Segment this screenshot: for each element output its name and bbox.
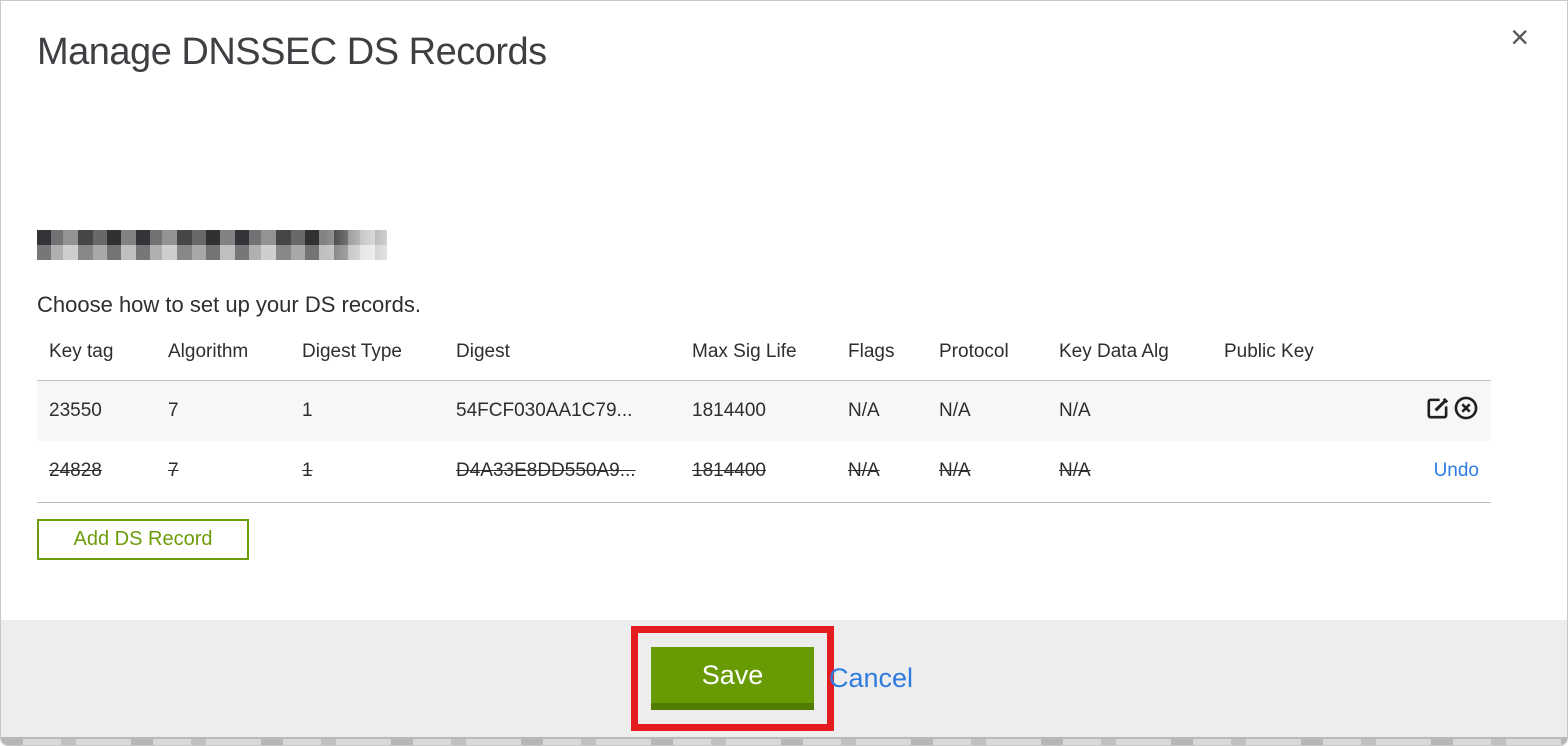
instruction-text: Choose how to set up your DS records. — [37, 292, 421, 317]
col-header-protocol: Protocol — [939, 340, 1009, 362]
modal-header: Manage DNSSEC DS Records × — [1, 1, 1567, 74]
save-button[interactable]: Save — [650, 647, 814, 710]
modal-body: Choose how to set up your DS records. Ke… — [1, 74, 1567, 620]
close-icon[interactable]: × — [1510, 21, 1529, 53]
col-header-digest: Digest — [456, 340, 510, 362]
page-title: Manage DNSSEC DS Records — [37, 31, 547, 73]
col-header-digest-type: Digest Type — [302, 340, 402, 362]
delete-icon[interactable] — [1453, 395, 1479, 421]
cell-public-key — [1212, 441, 1342, 502]
cell-digest-type: 1 — [302, 399, 313, 421]
table-header-row: Key tag Algorithm Digest Type Digest Max… — [37, 330, 1491, 380]
col-header-flags: Flags — [848, 340, 895, 362]
table-row-deleted: 24828 7 1 D4A33E8DD550A9... 1814400 N/A … — [37, 441, 1491, 502]
undo-link[interactable]: Undo — [1434, 460, 1479, 481]
col-header-public-key: Public Key — [1224, 340, 1314, 362]
cell-max-sig-life: 1814400 — [692, 460, 766, 482]
cell-max-sig-life: 1814400 — [692, 399, 766, 421]
cell-algorithm: 7 — [168, 460, 179, 482]
col-header-max-sig-life: Max Sig Life — [692, 340, 797, 362]
col-header-key-tag: Key tag — [49, 340, 114, 362]
cell-key-tag: 23550 — [49, 399, 102, 421]
ds-records-table: Key tag Algorithm Digest Type Digest Max… — [37, 330, 1491, 503]
annotation-highlight-box: Save — [630, 626, 834, 731]
cell-protocol: N/A — [939, 460, 971, 482]
row-actions: Undo — [1342, 441, 1491, 502]
cell-key-data-alg: N/A — [1059, 399, 1091, 421]
cell-algorithm: 7 — [168, 399, 179, 421]
cell-digest: D4A33E8DD550A9... — [456, 460, 636, 482]
page-behind-strip — [1, 737, 1567, 745]
col-header-algorithm: Algorithm — [168, 340, 249, 362]
cancel-link[interactable]: Cancel — [829, 663, 913, 694]
edit-icon[interactable] — [1425, 395, 1451, 421]
cell-digest-type: 1 — [302, 460, 313, 482]
row-actions — [1342, 380, 1491, 441]
cell-public-key — [1212, 380, 1342, 441]
cell-protocol: N/A — [939, 399, 971, 421]
cell-key-data-alg: N/A — [1059, 460, 1091, 482]
modal-footer: Save Cancel — [1, 620, 1567, 737]
cell-flags: N/A — [848, 399, 880, 421]
add-ds-record-button[interactable]: Add DS Record — [37, 518, 249, 560]
col-header-actions — [1342, 330, 1491, 380]
cell-digest: 54FCF030AA1C79... — [456, 399, 633, 421]
table-row: 23550 7 1 54FCF030AA1C79... 1814400 N/A … — [37, 380, 1491, 441]
col-header-key-data-alg: Key Data Alg — [1059, 340, 1169, 362]
redacted-domain-name — [37, 230, 387, 260]
cell-flags: N/A — [848, 460, 880, 482]
dnssec-modal: Manage DNSSEC DS Records × Choose how to… — [0, 0, 1568, 746]
cell-key-tag: 24828 — [49, 460, 102, 482]
